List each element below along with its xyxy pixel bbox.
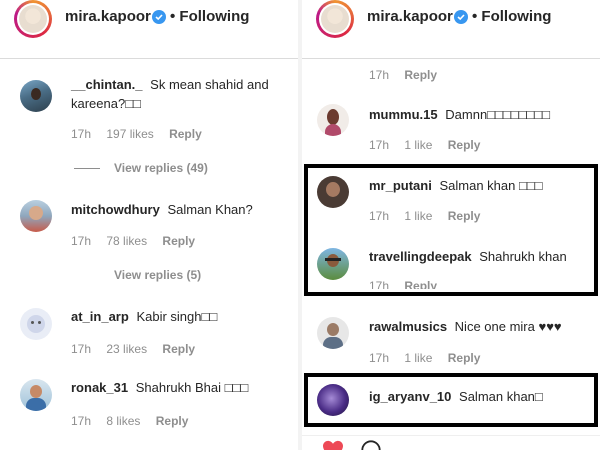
comment-text: mr_putani Salman khan □□□	[369, 178, 543, 193]
comment-meta: 17h 78 likes Reply	[71, 234, 207, 248]
avatar[interactable]	[317, 176, 349, 208]
comment-icon[interactable]	[360, 439, 382, 450]
comment-likes[interactable]: 78 likes	[106, 234, 147, 248]
reply-button[interactable]: Reply	[169, 127, 202, 141]
post-header: mira.kapoor • Following	[0, 0, 298, 59]
comment-time[interactable]: 17h	[369, 209, 389, 223]
verified-badge-icon	[454, 10, 468, 24]
avatar[interactable]	[20, 308, 52, 340]
comment-text: at_in_arp Kabir singh□□	[71, 309, 218, 324]
header-username[interactable]: mira.kapoor	[367, 8, 453, 25]
right-comments-panel: mira.kapoor • Following 17h Reply mummu.…	[302, 0, 600, 450]
comment-time[interactable]: 17h	[369, 279, 389, 289]
view-replies-button[interactable]: View replies (49)	[74, 161, 208, 175]
comment-time[interactable]: 17h	[71, 342, 91, 356]
comment-meta: 17h 1 like Reply	[369, 351, 492, 365]
avatar[interactable]	[317, 317, 349, 349]
comment-likes[interactable]: 1 like	[404, 138, 432, 152]
comment-username[interactable]: mr_putani	[369, 178, 432, 193]
avatar[interactable]	[20, 200, 52, 232]
comment-text: rawalmusics Nice one mira ♥♥♥	[369, 319, 562, 334]
comment-likes[interactable]: 1 like	[404, 351, 432, 365]
comment-meta: 17h 197 likes Reply	[71, 127, 214, 141]
comment-likes[interactable]: 197 likes	[106, 127, 153, 141]
header-username[interactable]: mira.kapoor	[65, 8, 151, 25]
reply-button[interactable]: Reply	[162, 342, 195, 356]
comment-text: ig_aryanv_10 Salman khan□	[369, 389, 543, 404]
reply-button[interactable]: Reply	[404, 279, 437, 289]
comment-meta: 17h Reply	[369, 68, 449, 82]
comment-text: mummu.15 Damnn□□□□□□□□	[369, 107, 550, 122]
comment-username[interactable]: ronak_31	[71, 380, 128, 395]
following-status[interactable]: • Following	[170, 8, 249, 25]
comment-meta: 17h 1 like Reply	[369, 209, 492, 223]
comment-likes[interactable]: 1 like	[404, 209, 432, 223]
profile-avatar[interactable]	[14, 0, 52, 38]
comment-username[interactable]: __chintan._	[71, 77, 143, 92]
avatar[interactable]	[317, 248, 349, 280]
avatar[interactable]	[317, 104, 349, 136]
comment-username[interactable]: at_in_arp	[71, 309, 129, 324]
comment-username[interactable]: ig_aryanv_10	[369, 389, 451, 404]
reply-button[interactable]: Reply	[448, 351, 481, 365]
comment-text: travellingdeepak Shahrukh khan	[369, 249, 567, 264]
comment-time[interactable]: 17h	[71, 414, 91, 428]
reply-button[interactable]: Reply	[156, 414, 189, 428]
avatar[interactable]	[317, 384, 349, 416]
reply-button[interactable]: Reply	[448, 209, 481, 223]
comment-likes[interactable]: 23 likes	[106, 342, 147, 356]
comment-username[interactable]: rawalmusics	[369, 319, 447, 334]
profile-avatar[interactable]	[316, 0, 354, 38]
view-replies-button[interactable]: View replies (5)	[114, 268, 201, 282]
reply-button[interactable]: Reply	[448, 138, 481, 152]
comment-meta: 17h 23 likes Reply	[71, 342, 207, 356]
comment-time[interactable]: 17h	[71, 127, 91, 141]
reply-button[interactable]: Reply	[162, 234, 195, 248]
following-status[interactable]: • Following	[472, 8, 551, 25]
verified-badge-icon	[152, 10, 166, 24]
comment-time[interactable]: 17h	[369, 68, 389, 82]
post-action-bar	[302, 435, 600, 450]
comment-meta: 17h 8 likes Reply	[71, 414, 200, 428]
comment-meta: 17h Reply	[369, 279, 449, 289]
replies-divider	[74, 168, 100, 170]
comment-time[interactable]: 17h	[369, 351, 389, 365]
heart-icon[interactable]	[322, 440, 344, 450]
avatar[interactable]	[20, 80, 52, 112]
comment-likes[interactable]: 8 likes	[106, 414, 140, 428]
comment-text: mitchowdhury Salman Khan?	[71, 202, 253, 217]
comment-username[interactable]: mummu.15	[369, 107, 438, 122]
comment-username[interactable]: mitchowdhury	[71, 202, 160, 217]
left-comments-panel: mira.kapoor • Following __chintan._ Sk m…	[0, 0, 298, 450]
post-header: mira.kapoor • Following	[302, 0, 600, 59]
reply-button[interactable]: Reply	[404, 68, 437, 82]
avatar[interactable]	[20, 379, 52, 411]
comment-text: __chintan._ Sk mean shahid and kareena?□…	[71, 77, 269, 111]
comment-time[interactable]: 17h	[71, 234, 91, 248]
comment-text: ronak_31 Shahrukh Bhai □□□	[71, 380, 249, 395]
comment-username[interactable]: travellingdeepak	[369, 249, 472, 264]
comment-meta: 17h 1 like Reply	[369, 138, 492, 152]
comment-time[interactable]: 17h	[369, 138, 389, 152]
